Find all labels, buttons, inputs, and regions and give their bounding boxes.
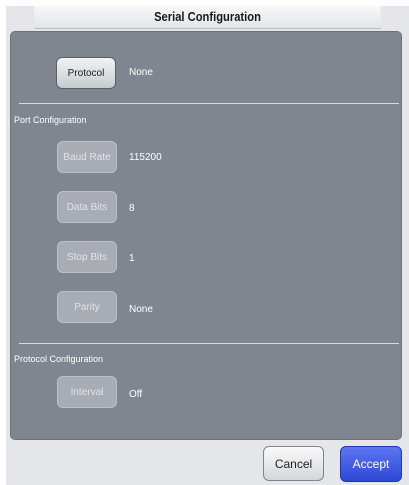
settings-panel: Protocol None Port Configuration Baud Ra… xyxy=(10,31,402,440)
protocol-configuration-heading: Protocol Configuration xyxy=(14,354,104,364)
parity-button[interactable]: Parity xyxy=(57,291,117,323)
protocol-value: None xyxy=(129,67,153,78)
port-configuration-heading: Port Configuration xyxy=(14,115,87,125)
stop-bits-value: 1 xyxy=(129,253,135,264)
stop-bits-button[interactable]: Stop Bits xyxy=(57,241,117,273)
serial-configuration-dialog: Serial Configuration Protocol None Port … xyxy=(6,6,409,485)
data-bits-button[interactable]: Data Bits xyxy=(57,191,117,223)
interval-value: Off xyxy=(129,389,143,400)
data-bits-value: 8 xyxy=(129,203,135,214)
protocol-button[interactable]: Protocol xyxy=(56,57,116,89)
divider xyxy=(19,103,399,104)
parity-value: None xyxy=(129,304,153,315)
baud-rate-value: 115200 xyxy=(129,152,162,163)
dialog-title: Serial Configuration xyxy=(34,6,381,29)
baud-rate-button[interactable]: Baud Rate xyxy=(57,141,117,173)
divider xyxy=(19,343,399,344)
cancel-button[interactable]: Cancel xyxy=(263,446,324,481)
interval-button[interactable]: Interval xyxy=(57,376,117,408)
accept-button[interactable]: Accept xyxy=(340,446,402,482)
